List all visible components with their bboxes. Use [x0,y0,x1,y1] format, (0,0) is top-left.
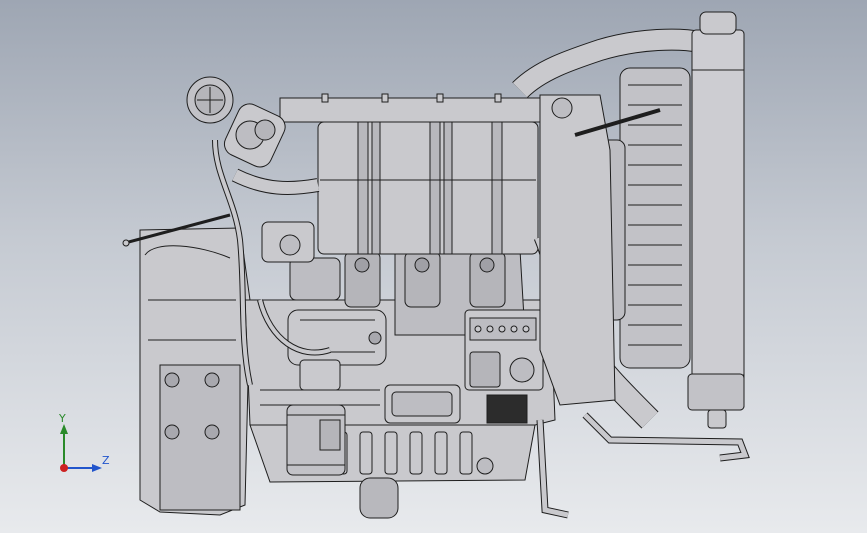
flywheel-housing [139,227,251,516]
oil-filter [286,404,346,476]
x-axis-dot [60,464,68,472]
valve-cover [317,121,539,255]
z-axis-label: Z [102,454,110,467]
radiator [687,11,745,429]
y-axis-label: Y [59,412,66,425]
cad-viewport[interactable]: Y Z [0,0,867,533]
engine-model[interactable] [0,0,867,533]
air-breather [186,76,286,168]
coordinate-triad: Y Z [48,410,118,480]
top-rail [279,93,551,123]
z-arrow-icon [92,464,102,472]
mounting-bracket [536,412,750,519]
y-arrow-icon [60,424,68,434]
